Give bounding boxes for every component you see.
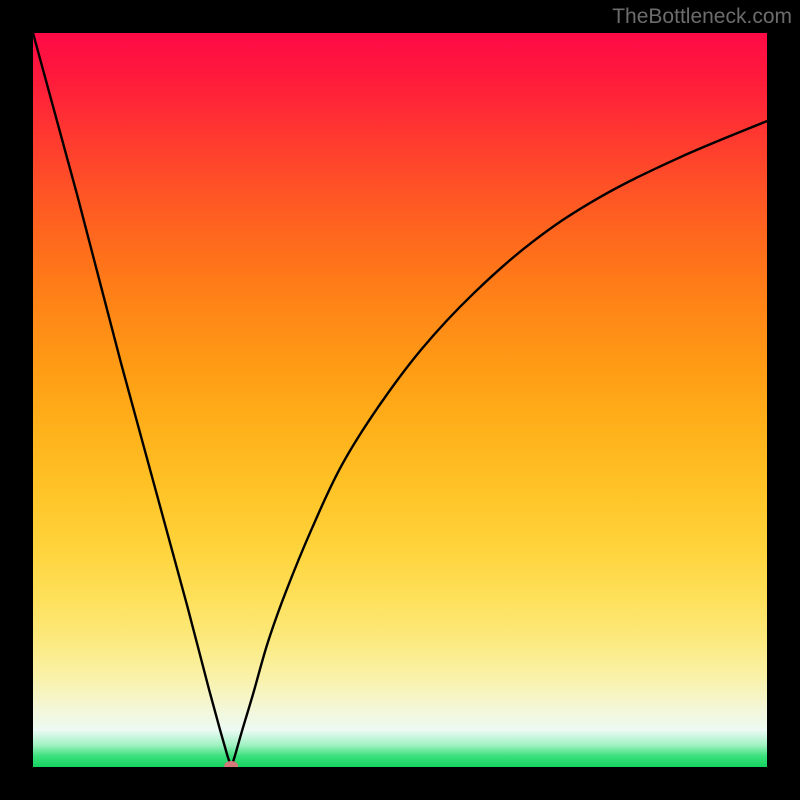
curve-right-branch bbox=[231, 121, 767, 767]
plot-area bbox=[33, 33, 767, 767]
chart-frame: TheBottleneck.com bbox=[0, 0, 800, 800]
curve-left-branch bbox=[33, 33, 231, 767]
bottleneck-curve bbox=[33, 33, 767, 767]
curve-group bbox=[33, 33, 767, 767]
minimum-marker bbox=[224, 761, 238, 767]
attribution-watermark: TheBottleneck.com bbox=[612, 5, 792, 29]
